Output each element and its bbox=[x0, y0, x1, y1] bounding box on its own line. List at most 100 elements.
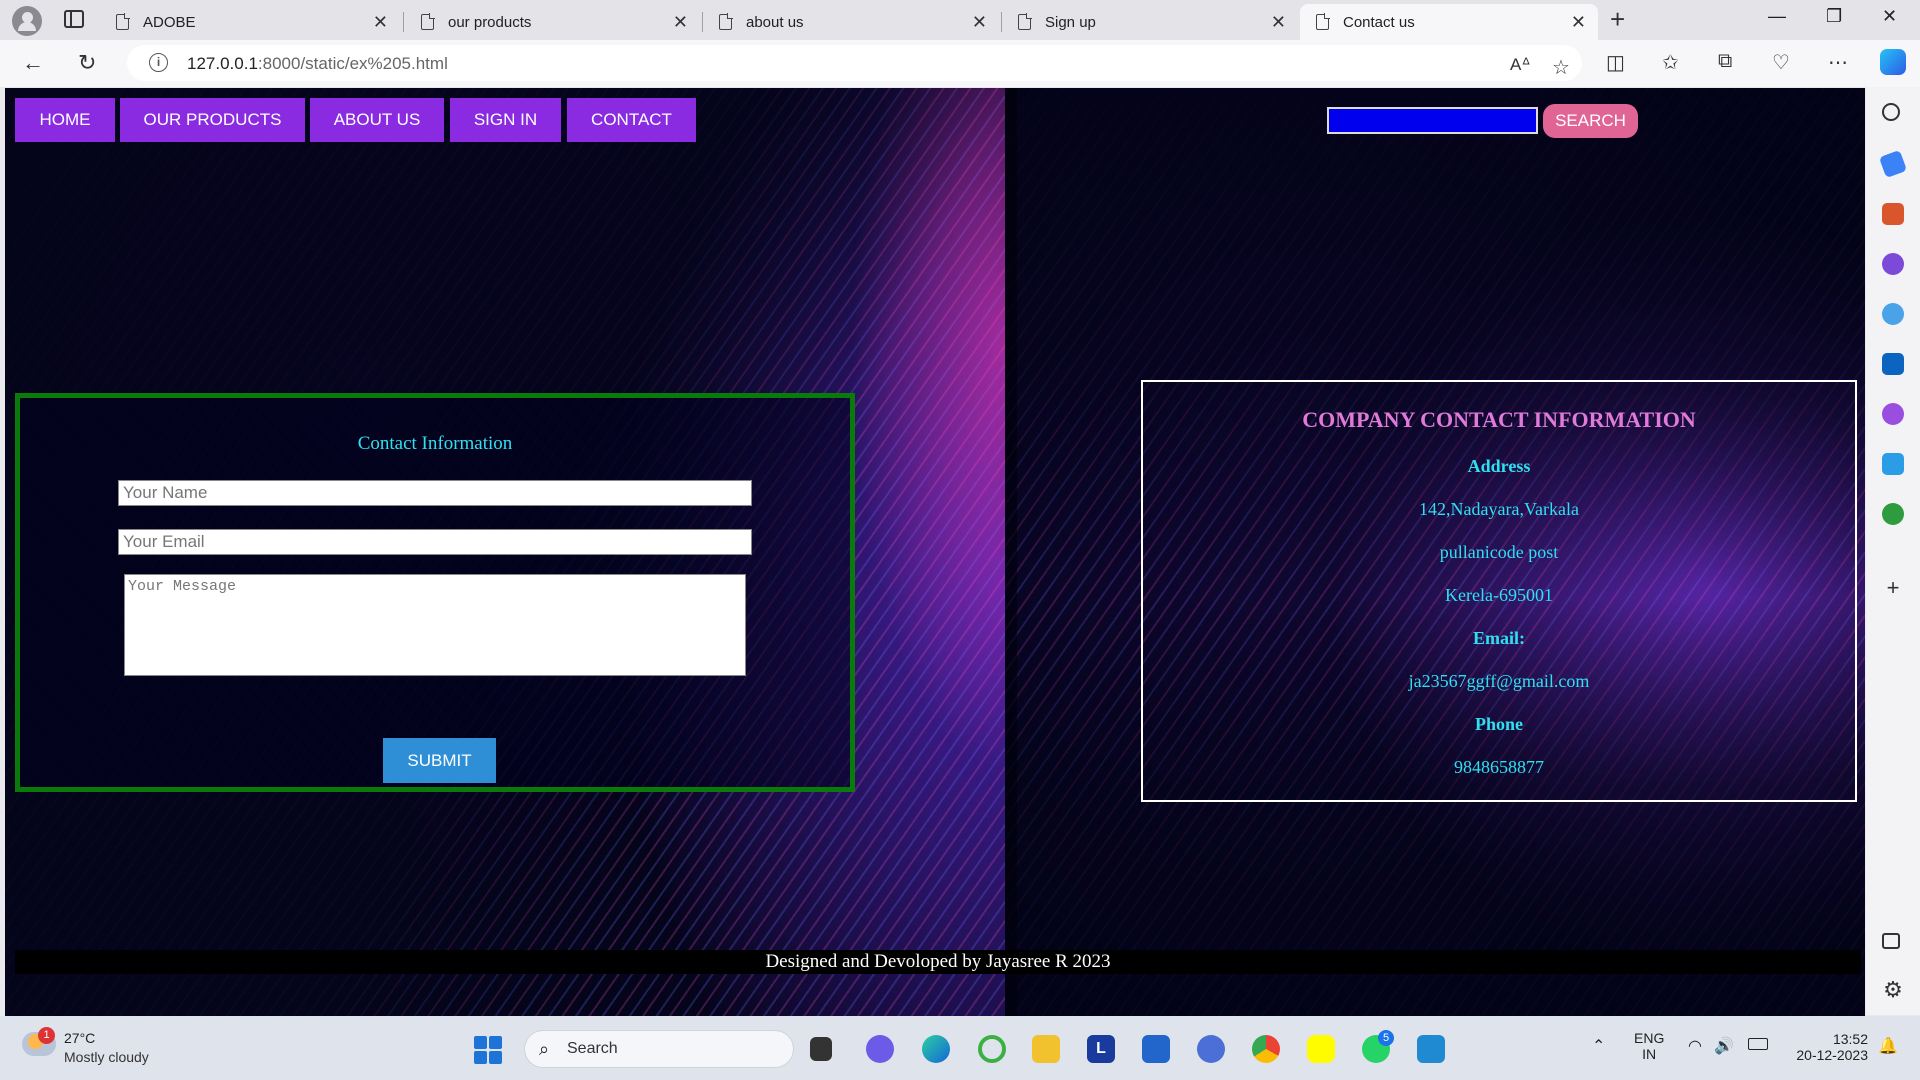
volume-icon[interactable]: 🔊 bbox=[1714, 1036, 1734, 1056]
address-line: 142,Nadayara,Varkala bbox=[1419, 499, 1579, 519]
close-icon[interactable]: ✕ bbox=[673, 12, 688, 33]
settings-gear-icon[interactable]: ⚙ bbox=[1882, 979, 1904, 1001]
edge-icon[interactable] bbox=[922, 1035, 950, 1063]
show-hidden-icons-chevron-icon[interactable]: ⌃ bbox=[1592, 1036, 1605, 1056]
language-indicator[interactable]: ENG IN bbox=[1634, 1030, 1664, 1062]
tab-divider bbox=[403, 12, 404, 32]
weather-description[interactable]: Mostly cloudy bbox=[64, 1049, 149, 1065]
microsoft-365-icon[interactable] bbox=[1882, 303, 1904, 325]
company-contact-title: COMPANY CONTACT INFORMATION bbox=[1302, 407, 1696, 432]
address-bar[interactable]: i 127.0.0.1:8000/static/ex%205.html A͏ᐞ … bbox=[127, 45, 1582, 81]
profile-avatar-icon[interactable] bbox=[12, 6, 42, 36]
split-screen-icon[interactable]: ◫ bbox=[1606, 50, 1625, 75]
email-field[interactable]: Your Email bbox=[118, 529, 752, 555]
restore-icon[interactable]: ❐ bbox=[1826, 6, 1842, 27]
tab-title: Sign up bbox=[1045, 13, 1096, 31]
notification-bell-icon[interactable]: 🔔 bbox=[1878, 1036, 1898, 1056]
close-icon[interactable]: ✕ bbox=[1571, 12, 1586, 33]
nav-sign-in[interactable]: SIGN IN bbox=[450, 98, 561, 142]
clock-time: 13:52 bbox=[1832, 1031, 1868, 1047]
l-app-icon[interactable]: L bbox=[1087, 1035, 1115, 1063]
tab-strip: ADOBE ✕ our products ✕ about us ✕ Sign u… bbox=[0, 0, 1920, 40]
refresh-icon[interactable]: ↻ bbox=[78, 50, 96, 76]
close-icon[interactable]: ✕ bbox=[1271, 12, 1286, 33]
tab-contact-us[interactable]: Contact us ✕ bbox=[1300, 4, 1598, 40]
tab-adobe[interactable]: ADOBE ✕ bbox=[100, 4, 400, 40]
url-text[interactable]: 127.0.0.1:8000/static/ex%205.html bbox=[187, 54, 448, 74]
web-page: HOME OUR PRODUCTS ABOUT US SIGN IN CONTA… bbox=[5, 88, 1865, 1016]
tab-sign-up[interactable]: Sign up ✕ bbox=[1002, 4, 1298, 40]
store-icon[interactable] bbox=[1142, 1035, 1170, 1063]
search-button[interactable]: SEARCH bbox=[1543, 104, 1638, 138]
nav-about-us[interactable]: ABOUT US bbox=[310, 98, 444, 142]
favorite-star-icon[interactable]: ☆ bbox=[1552, 55, 1570, 80]
name-field[interactable]: Your Name bbox=[118, 480, 752, 506]
message-textarea[interactable]: Your Message bbox=[124, 574, 746, 676]
designer-icon[interactable] bbox=[1882, 403, 1904, 425]
window-close-icon[interactable]: ✕ bbox=[1882, 6, 1897, 27]
games-icon[interactable] bbox=[1882, 253, 1904, 275]
tab-our-products[interactable]: our products ✕ bbox=[405, 4, 700, 40]
start-windows-icon[interactable] bbox=[474, 1036, 502, 1064]
nav-contact[interactable]: CONTACT bbox=[567, 98, 696, 142]
file-explorer-icon[interactable] bbox=[1032, 1035, 1060, 1063]
vscode-icon[interactable] bbox=[1417, 1035, 1445, 1063]
tab-actions-icon[interactable] bbox=[64, 10, 84, 28]
read-aloud-icon[interactable]: A͏ᐞ bbox=[1510, 55, 1531, 75]
address-line: pullanicode post bbox=[1439, 542, 1559, 562]
outlook-icon[interactable] bbox=[1882, 353, 1904, 375]
search-input[interactable] bbox=[1327, 107, 1538, 134]
taskbar-search[interactable]: ⌕ Search bbox=[524, 1030, 794, 1068]
teams-chat-icon[interactable] bbox=[866, 1035, 894, 1063]
hide-sidebar-icon[interactable] bbox=[1882, 933, 1900, 949]
company-contact-box: COMPANY CONTACT INFORMATION Address 142,… bbox=[1141, 380, 1857, 802]
browser-essentials-icon[interactable]: ♡ bbox=[1772, 50, 1790, 75]
email-value: ja23567ggff@gmail.com bbox=[1408, 671, 1590, 691]
nav-home[interactable]: HOME bbox=[15, 98, 115, 142]
collections-icon[interactable]: ⧉ bbox=[1718, 50, 1732, 73]
site-info-icon[interactable]: i bbox=[149, 53, 168, 72]
shopping-icon[interactable] bbox=[1878, 149, 1908, 179]
taskbar-search-label: Search bbox=[567, 1040, 618, 1057]
clock-date: 20-12-2023 bbox=[1796, 1047, 1868, 1063]
back-icon[interactable]: ← bbox=[22, 50, 44, 76]
close-icon[interactable]: ✕ bbox=[972, 12, 987, 33]
tools-icon[interactable] bbox=[1882, 203, 1904, 225]
form-title: Contact Information bbox=[357, 433, 513, 454]
task-view-icon[interactable] bbox=[810, 1037, 832, 1061]
battery-icon[interactable] bbox=[1748, 1038, 1768, 1050]
phone-label: Phone bbox=[1474, 714, 1523, 734]
wifi-icon[interactable]: ◠ bbox=[1688, 1036, 1702, 1056]
windows-taskbar: 1 27°C Mostly cloudy ⌕ Search L 5 ⌃ ENG I… bbox=[0, 1016, 1920, 1080]
search-icon[interactable] bbox=[1882, 103, 1900, 121]
send-icon[interactable] bbox=[1882, 453, 1904, 475]
more-options-icon[interactable]: ⋯ bbox=[1828, 50, 1848, 75]
copilot-icon[interactable] bbox=[1880, 49, 1906, 75]
chrome-icon[interactable] bbox=[1252, 1035, 1280, 1063]
snapchat-icon[interactable] bbox=[1307, 1035, 1335, 1063]
tree-icon[interactable] bbox=[1882, 503, 1904, 525]
add-icon[interactable]: + bbox=[1882, 577, 1904, 599]
address-label: Address bbox=[1467, 456, 1531, 476]
address-toolbar: ← ↻ i 127.0.0.1:8000/static/ex%205.html … bbox=[0, 40, 1920, 87]
a-app-icon[interactable] bbox=[1197, 1035, 1225, 1063]
whatsapp-badge: 5 bbox=[1378, 1030, 1394, 1046]
email-label: Email: bbox=[1473, 628, 1525, 648]
tab-about-us[interactable]: about us ✕ bbox=[703, 4, 999, 40]
page-icon bbox=[1018, 13, 1032, 30]
weather-temperature[interactable]: 27°C bbox=[64, 1030, 95, 1046]
page-icon bbox=[116, 13, 130, 30]
tab-title: about us bbox=[746, 13, 804, 31]
refresh-app-icon[interactable] bbox=[978, 1035, 1006, 1063]
phone-value: 9848658877 bbox=[1454, 757, 1544, 777]
nav-our-products[interactable]: OUR PRODUCTS bbox=[120, 98, 305, 142]
contact-form: Contact Information Your Name Your Email… bbox=[15, 393, 855, 792]
new-tab-icon[interactable]: + bbox=[1610, 4, 1625, 35]
page-icon bbox=[1316, 13, 1330, 30]
minimize-icon[interactable]: — bbox=[1768, 6, 1786, 27]
close-icon[interactable]: ✕ bbox=[373, 12, 388, 33]
clock[interactable]: 13:52 20-12-2023 bbox=[1778, 1031, 1868, 1063]
favorites-icon[interactable]: ✩ bbox=[1662, 50, 1679, 75]
background-seam bbox=[1005, 88, 1017, 1016]
submit-button[interactable]: SUBMIT bbox=[383, 738, 496, 783]
